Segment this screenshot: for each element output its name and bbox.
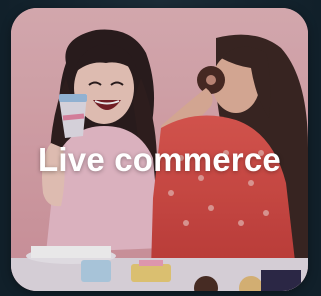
- card-title: Live commerce: [38, 141, 281, 178]
- live-commerce-card[interactable]: Live commerce: [11, 8, 308, 291]
- screen: Live commerce: [0, 0, 321, 296]
